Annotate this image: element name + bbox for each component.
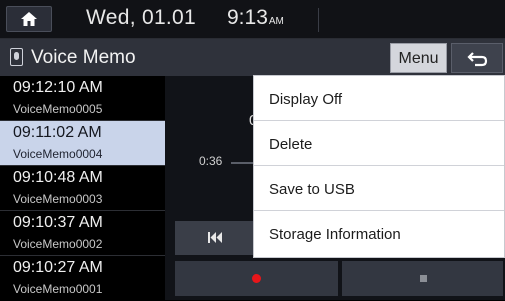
menu-item-label: Storage Information [269, 226, 401, 243]
back-arrow-icon [467, 52, 488, 67]
options-menu: Display Off Delete Save to USB Storage I… [253, 75, 505, 258]
memo-list-item[interactable]: 09:10:48 AM VoiceMemo0003 [0, 166, 165, 211]
memo-name: VoiceMemo0004 [13, 147, 103, 161]
memo-list-item[interactable]: 09:10:27 AM VoiceMemo0001 [0, 256, 165, 301]
menu-button[interactable]: Menu [390, 43, 447, 73]
record-icon [252, 274, 261, 283]
memo-time: 09:10:37 AM [13, 214, 103, 231]
memo-list-item[interactable]: 09:10:37 AM VoiceMemo0002 [0, 211, 165, 256]
menu-item-display-off[interactable]: Display Off [254, 76, 504, 121]
status-clock: 9:13AM [227, 6, 284, 30]
memo-time: 09:12:10 AM [13, 79, 103, 96]
menu-item-delete[interactable]: Delete [254, 121, 504, 166]
menu-item-save-to-usb[interactable]: Save to USB [254, 166, 504, 211]
page-title: Voice Memo [31, 47, 136, 68]
record-button[interactable] [175, 261, 338, 296]
stop-button[interactable] [342, 261, 503, 296]
menu-item-label: Display Off [269, 91, 343, 108]
status-ampm: AM [268, 16, 284, 27]
previous-button[interactable] [175, 221, 255, 255]
status-divider [318, 8, 319, 32]
home-icon [21, 12, 37, 26]
home-button[interactable] [6, 6, 52, 32]
memo-list-item-selected[interactable]: 09:11:02 AM VoiceMemo0004 [0, 121, 165, 166]
skip-previous-icon [208, 232, 222, 243]
memo-name: VoiceMemo0005 [13, 102, 103, 116]
status-bar: Wed, 01.01 9:13AM [0, 0, 505, 39]
memo-time: 09:10:48 AM [13, 169, 103, 186]
playback-current-time: 0:36 [199, 154, 223, 168]
back-button[interactable] [451, 43, 503, 73]
menu-item-label: Save to USB [269, 181, 355, 198]
memo-name: VoiceMemo0003 [13, 192, 103, 206]
memo-list-item[interactable]: 09:12:10 AM VoiceMemo0005 [0, 76, 165, 121]
memo-name: VoiceMemo0002 [13, 237, 103, 251]
memo-time: 09:11:02 AM [13, 124, 102, 141]
memo-time: 09:10:27 AM [13, 259, 103, 276]
menu-item-label: Delete [269, 136, 313, 153]
voice-recorder-icon [10, 48, 23, 66]
status-date: Wed, 01.01 [86, 6, 197, 29]
memo-list: 09:12:10 AM VoiceMemo0005 09:11:02 AM Vo… [0, 76, 165, 300]
status-time: 9:13 [227, 6, 268, 29]
memo-name: VoiceMemo0001 [13, 282, 103, 296]
menu-item-storage-information[interactable]: Storage Information [254, 211, 504, 256]
stop-icon [420, 275, 427, 282]
